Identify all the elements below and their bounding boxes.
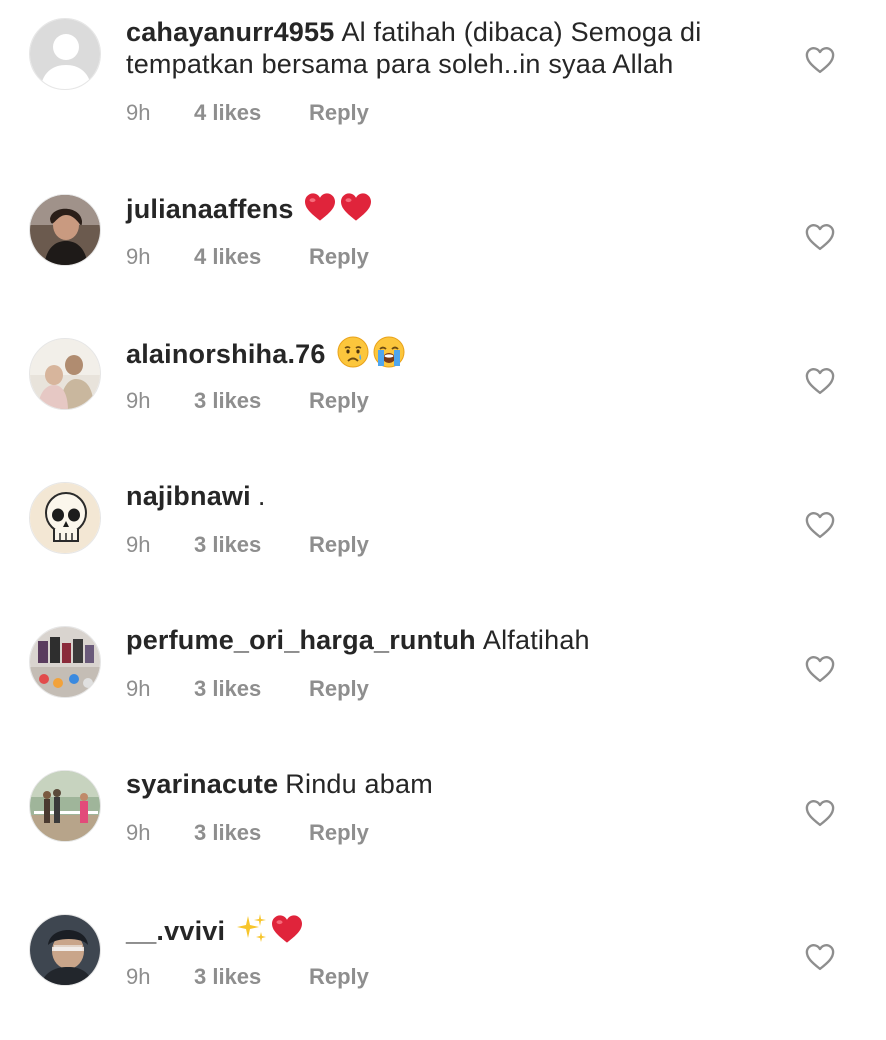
comment-time: 9h <box>126 676 151 701</box>
comment-meta: 9h 4 likes Reply <box>126 100 369 126</box>
reply-button[interactable]: Reply <box>309 244 369 270</box>
heart-outline-icon[interactable] <box>804 510 836 540</box>
comment-meta: 9h 3 likes Reply <box>126 820 369 846</box>
comment-text: __.vvivi <box>126 912 766 951</box>
comment-meta: 9h 3 likes Reply <box>126 532 369 558</box>
comment-likes[interactable]: 4 likes <box>194 100 309 126</box>
comment-time: 9h <box>126 964 151 989</box>
comment-time: 9h <box>126 388 151 413</box>
comment-item: syarinacute Rindu abam 9h 3 likes Reply <box>0 752 886 896</box>
profile-photo[interactable] <box>29 194 101 266</box>
red-heart-emoji <box>270 914 304 951</box>
comment-likes[interactable]: 3 likes <box>194 964 309 990</box>
comment-time: 9h <box>126 244 151 269</box>
heart-outline-icon[interactable] <box>804 222 836 252</box>
profile-photo[interactable] <box>29 914 101 986</box>
comment-item: julianaaffens 9h 4 likes Reply <box>0 176 886 320</box>
reply-button[interactable]: Reply <box>309 820 369 846</box>
red-heart-emoji <box>303 192 337 229</box>
comment-item: cahayanurr4955 Al fatihah (dibaca) Semoga… <box>0 0 886 144</box>
heart-outline-icon[interactable] <box>804 654 836 684</box>
comment-text: julianaaffens <box>126 192 766 229</box>
comment-item: najibnawi. 9h 3 likes Reply <box>0 464 886 608</box>
profile-photo[interactable] <box>29 770 101 842</box>
comment-likes[interactable]: 3 likes <box>194 676 309 702</box>
comment-time: 9h <box>126 820 151 845</box>
comment-username[interactable]: cahayanurr4955 <box>126 17 334 47</box>
comment-text: syarinacute Rindu abam <box>126 768 766 800</box>
comment-item: __.vvivi 9h 3 likes Reply <box>0 896 886 1040</box>
comment-time: 9h <box>126 532 151 557</box>
comment-time: 9h <box>126 100 151 125</box>
comment-body: Rindu abam <box>285 769 433 799</box>
comment-username[interactable]: syarinacute <box>126 769 278 799</box>
reply-button[interactable]: Reply <box>309 100 369 126</box>
comment-username[interactable]: najibnawi <box>126 481 251 511</box>
comment-meta: 9h 3 likes Reply <box>126 388 369 414</box>
comment-likes[interactable]: 3 likes <box>194 532 309 558</box>
loudly-crying-face-emoji <box>373 336 405 375</box>
comment-body: Alfatihah <box>482 625 590 655</box>
default-avatar-icon[interactable] <box>29 18 101 90</box>
comment-body: . <box>257 481 266 511</box>
comment-meta: 9h 3 likes Reply <box>126 676 369 702</box>
reply-button[interactable]: Reply <box>309 676 369 702</box>
reply-button[interactable]: Reply <box>309 532 369 558</box>
red-heart-emoji <box>339 192 373 229</box>
skull-profile-photo[interactable] <box>29 482 101 554</box>
comment-likes[interactable]: 3 likes <box>194 388 309 414</box>
comment-text: cahayanurr4955 Al fatihah (dibaca) Semoga… <box>126 16 766 80</box>
reply-button[interactable]: Reply <box>309 964 369 990</box>
heart-outline-icon[interactable] <box>804 942 836 972</box>
sparkles-emoji <box>236 912 268 951</box>
reply-button[interactable]: Reply <box>309 388 369 414</box>
comment-meta: 9h 3 likes Reply <box>126 964 369 990</box>
heart-outline-icon[interactable] <box>804 45 836 75</box>
comment-username[interactable]: alainorshiha.76 <box>126 339 326 369</box>
comment-list: cahayanurr4955 Al fatihah (dibaca) Semoga… <box>0 0 886 1024</box>
profile-photo[interactable] <box>29 338 101 410</box>
heart-outline-icon[interactable] <box>804 366 836 396</box>
comment-text: najibnawi. <box>126 480 766 512</box>
comment-likes[interactable]: 4 likes <box>194 244 309 270</box>
comment-meta: 9h 4 likes Reply <box>126 244 369 270</box>
comment-username[interactable]: perfume_ori_harga_runtuh <box>126 625 476 655</box>
profile-photo[interactable] <box>29 626 101 698</box>
comment-likes[interactable]: 3 likes <box>194 820 309 846</box>
comment-item: perfume_ori_harga_runtuh Alfatihah 9h 3 li… <box>0 608 886 752</box>
crying-face-emoji <box>337 336 369 375</box>
comment-text: alainorshiha.76 <box>126 336 766 375</box>
comment-username[interactable]: julianaaffens <box>126 194 294 224</box>
comment-item: alainorshiha.76 9h 3 likes Reply <box>0 320 886 464</box>
heart-outline-icon[interactable] <box>804 798 836 828</box>
comment-username[interactable]: __.vvivi <box>126 916 225 946</box>
comment-text: perfume_ori_harga_runtuh Alfatihah <box>126 624 766 656</box>
